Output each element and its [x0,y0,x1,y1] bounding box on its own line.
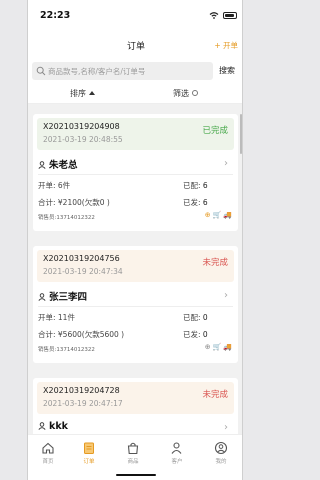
tab-customers[interactable]: 客户 [162,441,192,465]
chevron-right-icon[interactable]: › [224,422,228,433]
customers-icon [171,442,182,454]
filter-search-icon [192,90,198,96]
order-header: X20210319204756 2021-03-19 20:47:34 未完成 [37,250,234,282]
customer-name: 朱老总 [38,157,78,171]
tab-home[interactable]: 首页 [33,441,63,465]
tab-label: 我的 [215,459,227,465]
assigned-count: 已配: 0 [183,312,208,323]
customer-name-text: 朱老总 [49,160,78,171]
order-datetime: 2021-03-19 20:47:34 [43,267,123,276]
sent-value: 6 [202,198,208,207]
order-actions: ⊕ 🛒 🚚 [203,211,232,219]
order-header: X20210319204908 2021-03-19 20:48:55 已完成 [37,118,234,150]
chevron-right-icon[interactable]: › [224,290,228,301]
profile-icon [214,441,228,455]
tab-label: 首页 [42,459,54,465]
scrollbar[interactable] [240,114,242,154]
status-badge: 未完成 [202,258,228,268]
search-input[interactable] [48,62,210,80]
status-bar: 22:23 [28,0,242,30]
home-icon [42,442,54,454]
plus-circle-icon[interactable]: ⊕ [205,211,211,219]
sort-label: 排序 [70,89,86,98]
assigned-value: 0 [202,313,208,322]
salesman: 销售员:13714012322 [38,347,95,353]
status-time: 22:23 [40,10,71,21]
home-indicator [116,474,156,476]
wifi-icon [209,12,219,19]
truck-icon[interactable]: 🚚 [223,343,232,351]
tab-label: 商品 [127,459,139,465]
sent-value: 0 [202,330,208,339]
orders-icon [84,442,94,454]
plus-circle-icon[interactable]: ⊕ [205,343,211,351]
order-card[interactable]: X20210319204908 2021-03-19 20:48:55 已完成 … [33,114,238,231]
bag-icon [127,442,139,455]
order-list: X20210319204908 2021-03-19 20:48:55 已完成 … [28,104,242,434]
assigned-label: 已配: [183,181,201,190]
order-number: X20210319204908 [43,122,120,131]
sent-count: 已发: 0 [183,329,208,340]
order-datetime: 2021-03-19 20:48:55 [43,135,123,144]
customer-name: kkk [38,421,68,432]
person-icon [38,161,46,169]
tab-orders[interactable]: 订单 [74,441,104,465]
sent-label: 已发: [183,330,201,339]
divider [38,306,233,307]
battery-icon [223,12,237,19]
tab-label: 订单 [83,459,95,465]
sort-button[interactable]: 排序 [70,88,95,99]
sent-count: 已发: 6 [183,197,208,208]
assigned-count: 已配: 6 [183,180,208,191]
assigned-label: 已配: [183,313,201,322]
order-card[interactable]: X20210319204728 2021-03-19 20:47:17 未完成 … [33,378,238,434]
person-icon [38,422,46,430]
order-number: X20210319204728 [43,386,120,395]
order-actions: ⊕ 🛒 🚚 [203,343,232,351]
chevron-right-icon[interactable]: › [224,158,228,169]
customer-name: 张三李四 [38,289,87,303]
order-total: 合计: ¥5600(欠款5600 ) [38,330,125,339]
search-bar: 搜索 [28,60,242,84]
nav-bar: 订单 + 开单 [28,30,242,60]
status-badge: 已完成 [202,126,228,136]
search-button[interactable]: 搜索 [219,65,235,76]
order-total: 合计: ¥2100(欠款0 ) [38,198,110,207]
search-icon [36,66,46,76]
customer-name-text: 张三李四 [49,292,88,303]
cart-icon[interactable]: 🛒 [213,343,222,351]
status-badge: 未完成 [202,390,228,400]
order-number: X20210319204756 [43,254,120,263]
sent-label: 已发: [183,198,201,207]
page-title: 订单 [126,42,145,52]
order-card[interactable]: X20210319204756 2021-03-19 20:47:34 未完成 … [33,246,238,363]
assigned-value: 6 [202,181,208,190]
filter-button[interactable]: 筛选 [173,88,198,99]
tab-profile[interactable]: 我的 [206,441,236,465]
filter-label: 筛选 [173,89,189,98]
order-header: X20210319204728 2021-03-19 20:47:17 未完成 [37,382,234,414]
tab-label: 客户 [171,459,183,465]
truck-icon[interactable]: 🚚 [223,211,232,219]
order-quantity: 开单: 6件 [38,181,71,190]
divider [38,174,233,175]
filter-bar: 排序 筛选 [28,84,242,104]
order-quantity: 开单: 11件 [38,313,75,322]
phone-screen: 22:23 订单 + 开单 搜索 排序 筛选 X202103192049 [27,0,243,480]
salesman: 销售员:13714012322 [38,215,95,221]
tab-products[interactable]: 商品 [118,441,148,465]
person-icon [38,293,46,301]
new-order-button[interactable]: + 开单 [214,40,238,51]
cart-icon[interactable]: 🛒 [213,211,222,219]
sort-arrow-icon [89,91,95,95]
customer-name-text: kkk [49,421,68,432]
order-datetime: 2021-03-19 20:47:17 [43,399,123,408]
search-box [32,62,213,80]
